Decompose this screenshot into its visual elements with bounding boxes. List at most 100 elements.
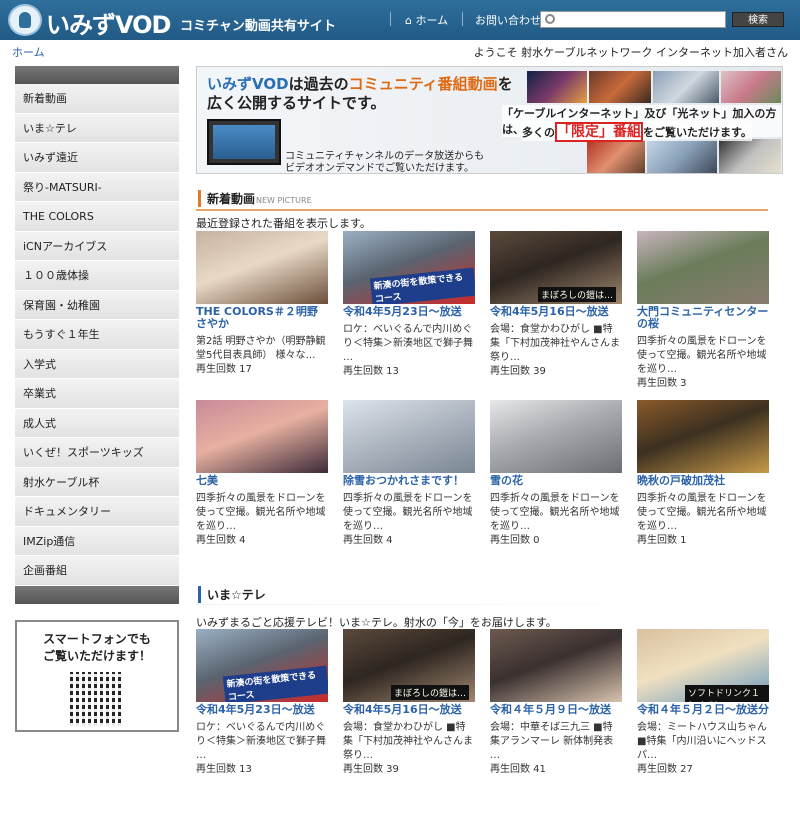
site-logo[interactable]: いみずVOD — [46, 5, 171, 40]
video-title[interactable]: 令和4年5月16日〜放送 — [343, 704, 475, 716]
video-play-count: 再生回数 39 — [490, 366, 546, 377]
thumbnail-caption: まぼろしの鎧は… — [391, 685, 470, 700]
video-title[interactable]: 令和４年５月２日〜放送分 — [637, 704, 769, 716]
video-description: 会場：食堂かわひがし ■特集「下村加茂神社やんさんま祭り… — [343, 722, 473, 761]
sidebar-item[interactable]: 新着動画 — [15, 84, 179, 114]
video-play-count: 再生回数 39 — [343, 764, 399, 775]
new-videos-title-en: NEW PICTURE — [256, 196, 312, 205]
video-card[interactable]: 新湊の街を散策できるコース令和4年5月23日〜放送ロケ：べいぐるんで内川めぐり＜… — [196, 629, 328, 777]
video-title[interactable]: 雪の花 — [490, 475, 622, 487]
smartphone-promo-line2: ご覧いただけます！ — [42, 649, 151, 663]
video-title[interactable]: 晩秋の戸破加茂社 — [637, 475, 769, 487]
smartphone-promo: スマートフォンでも ご覧いただけます！ — [15, 620, 179, 732]
thumbnail-caption: 新湊の街を散策できるコース — [222, 665, 328, 702]
video-description: ロケ：べいぐるんで内川めぐり＜特集＞新湊地区で獅子舞 … — [196, 722, 326, 761]
video-card[interactable]: まぼろしの鎧は… 令和4年5月16日〜放送 会場：食堂かわひがし ■特集「下村加茂神… — [490, 231, 622, 379]
video-card[interactable]: 除雪おつかれさまです！ 四季折々の風景をドローンを使って空撮。観光名所や地域を巡り… — [343, 400, 475, 548]
sidebar-item[interactable]: 入学式 — [15, 349, 179, 379]
nav-contact-link[interactable]: お問い合わせ — [475, 12, 541, 28]
sidebar-item[interactable]: 保育園・幼稚園 — [15, 290, 179, 320]
banner-highlight: コミュニティ番組動画 — [348, 75, 498, 93]
video-card[interactable]: 雪の花 四季折々の風景をドローンを使って空撮。観光名所や地域を巡り… 再生回数 0 — [490, 400, 622, 548]
sidebar-item[interactable]: 射水ケーブル杯 — [15, 467, 179, 497]
video-card[interactable]: 令和４年５月９日〜放送 会場：中華そば三九三 ■特集アランマーレ 新体制発表 … 再… — [490, 629, 622, 777]
blossom-photo — [721, 71, 781, 103]
video-title[interactable]: 除雪おつかれさまです！ — [343, 475, 475, 487]
video-title[interactable]: 令和4年5月16日〜放送 — [490, 306, 622, 318]
video-card[interactable]: 晩秋の戸破加茂社四季折々の風景をドローンを使って空撮。観光名所や地域を巡り… 再生… — [637, 400, 769, 548]
welcome-message: ようこそ 射水ケーブルネットワーク インターネット加入者さん — [473, 46, 788, 59]
sidebar-item[interactable]: 祭り-MATSURI- — [15, 172, 179, 202]
search-button[interactable]: 検索 — [732, 12, 784, 27]
video-thumbnail[interactable] — [490, 400, 622, 473]
new-videos-desc: 最近登録された番組を表示します。 — [196, 217, 371, 230]
video-thumbnail[interactable]: ソフトドリンク１杯 無料 — [637, 629, 769, 702]
video-description: 四季折々の風景をドローンを使って空撮。観光名所や地域を巡り… — [637, 493, 767, 532]
section-rule — [196, 209, 768, 211]
video-title[interactable]: 令和4年5月23日〜放送 — [196, 704, 328, 716]
video-play-count: 再生回数 13 — [196, 764, 252, 775]
video-thumbnail[interactable] — [196, 231, 328, 304]
home-icon: ⌂ — [405, 14, 412, 27]
video-thumbnail[interactable] — [343, 400, 475, 473]
sidebar-item[interactable]: 卒業式 — [15, 379, 179, 409]
video-card[interactable]: まぼろしの鎧は… 令和4年5月16日〜放送会場：食堂かわひがし ■特集「下村加茂神… — [343, 629, 475, 777]
section-rule — [196, 604, 768, 605]
video-card[interactable]: THE COLORS＃２明野さやか 第2話 明野さやか（明野静観堂5代目表具師） … — [196, 231, 328, 377]
mascot-logo-icon[interactable] — [8, 4, 42, 36]
video-title[interactable]: 令和４年５月９日〜放送 — [490, 704, 622, 716]
video-thumbnail[interactable]: まぼろしの鎧は… — [490, 231, 622, 304]
video-play-count: 再生回数 17 — [196, 364, 252, 375]
video-thumbnail[interactable] — [637, 400, 769, 473]
sidebar-item[interactable]: 成人式 — [15, 408, 179, 438]
sidebar-item[interactable]: いま☆テレ — [15, 113, 179, 143]
sidebar-item[interactable]: 企画番組 — [15, 556, 179, 586]
sidebar-item[interactable]: ドキュメンタリー — [15, 497, 179, 527]
breadcrumb-home[interactable]: ホーム — [12, 44, 45, 60]
video-description: 四季折々の風景をドローンを使って空撮。観光名所や地域を巡り… — [196, 493, 326, 532]
video-thumbnail[interactable] — [490, 629, 622, 702]
video-card[interactable]: 大門コミュニティセンターの桜 四季折々の風景をドローンを使って空撮。観光名所や地域… — [637, 231, 769, 391]
top-banner[interactable]: いみずVODは過去のコミュニティ番組動画を 広く公開するサイトです。 「ケーブル… — [196, 66, 783, 174]
video-title[interactable]: 七美 — [196, 475, 328, 487]
video-card[interactable]: ソフトドリンク１杯 無料令和４年５月２日〜放送分会場：ミートハウス山ちゃん ■特… — [637, 629, 769, 777]
video-card[interactable]: 新湊の街を散策できるコース令和4年5月23日〜放送ロケ：べいぐるんで内川めぐり＜… — [343, 231, 475, 379]
sidebar-item[interactable]: IMZip通信 — [15, 526, 179, 556]
sidebar-item[interactable]: iCNアーカイブス — [15, 231, 179, 261]
thumbnail-caption: 新湊の街を散策できるコース — [369, 267, 475, 304]
video-card[interactable]: 七美 四季折々の風景をドローンを使って空撮。観光名所や地域を巡り… 再生回数 4 — [196, 400, 328, 548]
video-description: 四季折々の風景をドローンを使って空撮。観光名所や地域を巡り… — [343, 493, 473, 532]
banner-headline-2: 広く公開するサイトです。 — [207, 94, 386, 112]
banner-small-text-2: ビデオオンデマンドでご覧いただけます。 — [285, 163, 474, 174]
sidebar-item[interactable]: もうすぐ１年生 — [15, 320, 179, 350]
qr-code — [70, 672, 124, 726]
video-thumbnail[interactable] — [637, 231, 769, 304]
ima-tele-title: いま☆テレ — [198, 586, 266, 603]
video-description: ロケ：べいぐるんで内川めぐり＜特集＞新湊地区で獅子舞 … — [343, 324, 473, 363]
nav-divider — [390, 12, 391, 26]
search-input[interactable] — [540, 11, 726, 28]
video-play-count: 再生回数 1 — [637, 535, 687, 546]
search-icon — [545, 14, 555, 24]
video-thumbnail[interactable]: まぼろしの鎧は… — [343, 629, 475, 702]
video-thumbnail[interactable] — [196, 400, 328, 473]
video-thumbnail[interactable]: 新湊の街を散策できるコース — [196, 629, 328, 702]
thumbnail-caption: まぼろしの鎧は… — [538, 287, 617, 302]
sidebar-item[interactable]: いくぜ！スポーツキッズ — [15, 438, 179, 468]
video-thumbnail[interactable]: 新湊の街を散策できるコース — [343, 231, 475, 304]
banner-limited-note: 多くの 「限定」番組 をご覧いただけます。 — [522, 121, 752, 142]
nav-home-link[interactable]: ⌂ ホーム — [405, 12, 448, 28]
new-videos-title-text: 新着動画 — [207, 192, 256, 206]
video-title[interactable]: 令和4年5月23日〜放送 — [343, 306, 475, 318]
sidebar-item[interactable]: THE COLORS — [15, 202, 179, 232]
sidebar-item[interactable]: いみず遠近 — [15, 143, 179, 173]
video-title[interactable]: 大門コミュニティセンターの桜 — [637, 306, 769, 330]
sidebar-item[interactable]: １００歳体操 — [15, 261, 179, 291]
video-play-count: 再生回数 3 — [637, 378, 687, 389]
banner-text: は過去の — [288, 75, 349, 93]
banner-text: 多くの — [522, 126, 555, 139]
video-play-count: 再生回数 0 — [490, 535, 540, 546]
video-play-count: 再生回数 27 — [637, 764, 693, 775]
sidebar-footer — [15, 585, 179, 604]
video-title[interactable]: THE COLORS＃２明野さやか — [196, 306, 328, 330]
